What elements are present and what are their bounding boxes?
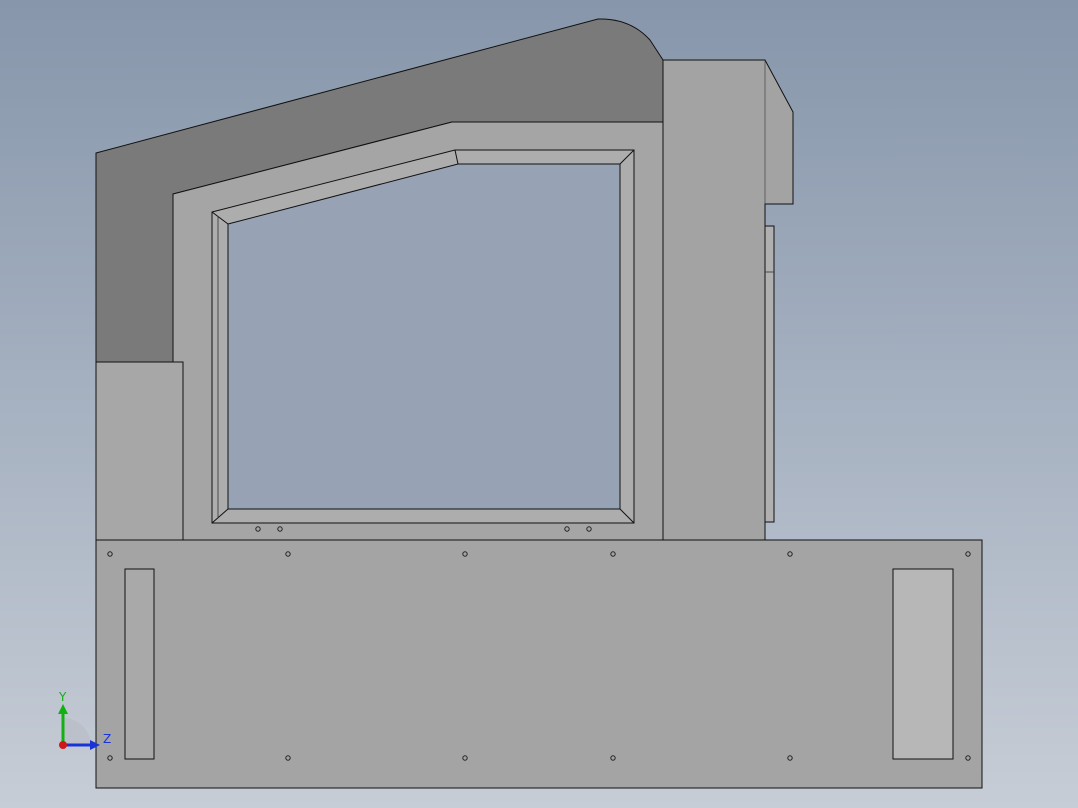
base-left-slot [124, 568, 155, 760]
left-lower-panel [95, 361, 184, 541]
origin-icon [59, 741, 67, 749]
column-side-strip [764, 225, 775, 523]
machine-side-view-model[interactable]: Y Z [0, 0, 1078, 808]
window-opening [227, 163, 621, 510]
base-right-panel [892, 568, 954, 760]
cad-viewport[interactable]: Y Z [0, 0, 1078, 808]
base-cabinet [95, 539, 983, 789]
y-axis-label: Y [58, 690, 67, 704]
z-axis-label: Z [103, 732, 111, 746]
